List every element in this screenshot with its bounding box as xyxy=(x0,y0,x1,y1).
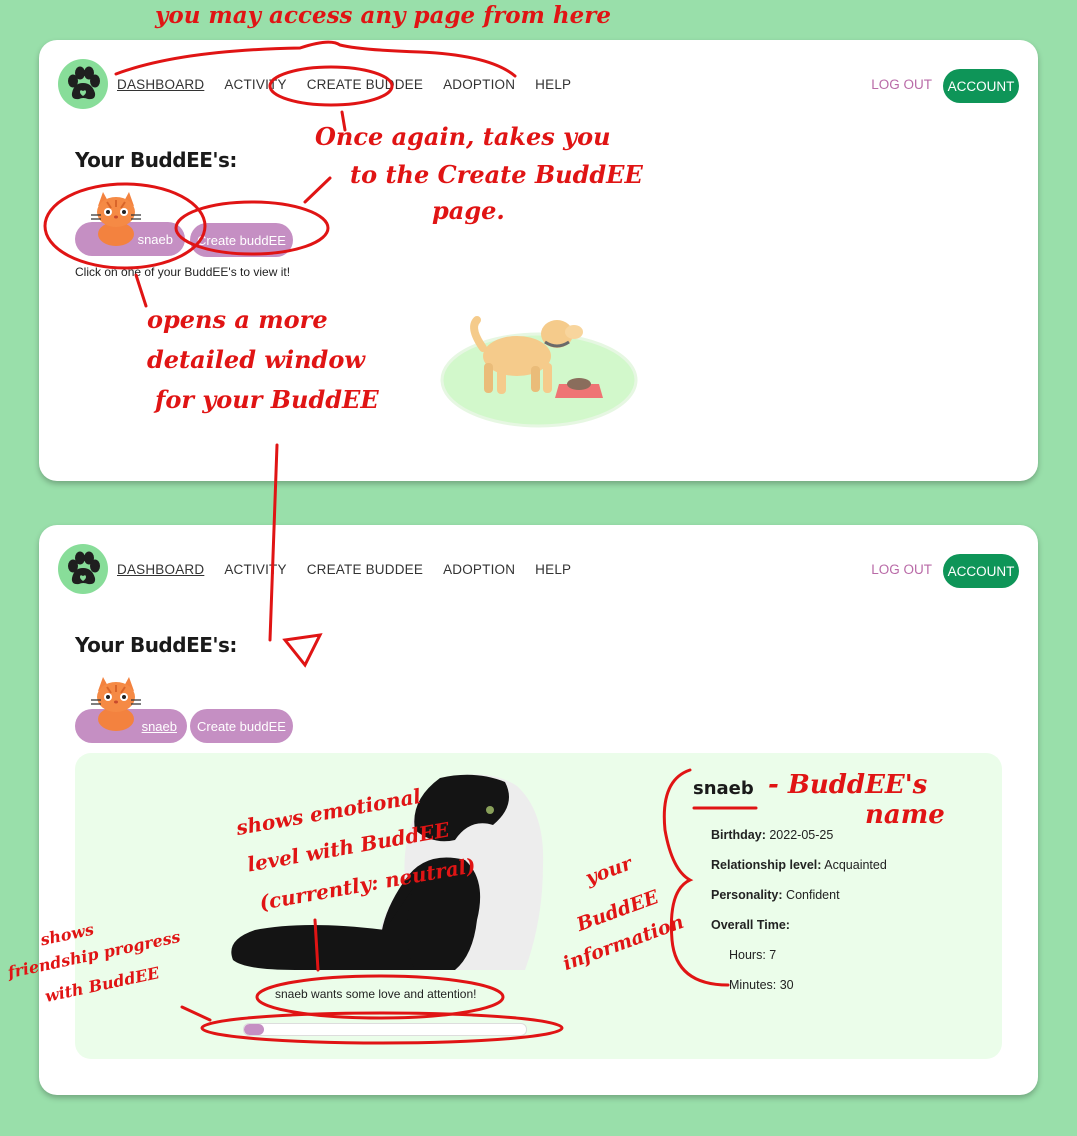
nav-dashboard[interactable]: DASHBOARD xyxy=(117,77,214,92)
buddee-minutes: Minutes: 30 xyxy=(729,978,794,992)
birthday-label: Birthday: xyxy=(711,828,766,842)
personality-label: Personality: xyxy=(711,888,783,902)
annotation-opens-line-2: detailed window xyxy=(147,345,366,374)
friendship-progress-fill xyxy=(244,1024,264,1035)
annotation-create-line-1: Once again, takes you xyxy=(315,122,611,151)
cat-avatar-icon xyxy=(87,190,145,251)
buddee-birthday: Birthday: 2022-05-25 xyxy=(711,828,833,842)
annotation-opens-line-3: for your BuddEE xyxy=(155,385,379,414)
nav-activity[interactable]: ACTIVITY xyxy=(214,77,296,92)
logout-link[interactable]: LOG OUT xyxy=(871,77,932,92)
friendship-progress-bar xyxy=(243,1023,527,1036)
buddee-mood-text: snaeb wants some love and attention! xyxy=(275,987,477,1001)
birthday-value: 2022-05-25 xyxy=(769,828,834,842)
page-title: Your BuddEE's: xyxy=(75,148,237,172)
annotation-nav-text: you may access any page from here xyxy=(155,2,612,29)
nav-help[interactable]: HELP xyxy=(525,77,581,92)
nav-adoption[interactable]: ADOPTION xyxy=(433,562,525,577)
account-button[interactable]: ACCOUNT xyxy=(943,69,1019,103)
buddee-button-label: snaeb xyxy=(141,718,177,734)
annotation-opens-line-1: opens a more xyxy=(147,305,328,334)
logout-link[interactable]: LOG OUT xyxy=(871,562,932,577)
buddee-personality: Personality: Confident xyxy=(711,888,840,902)
annotation-create-line-3: page. xyxy=(432,196,505,225)
page-title: Your BuddEE's: xyxy=(75,633,237,657)
annotation-name-line-1: - BuddEE's xyxy=(768,770,928,800)
nav-create-buddee[interactable]: CREATE BUDDEE xyxy=(297,562,433,577)
nav-dashboard[interactable]: DASHBOARD xyxy=(117,562,214,577)
dashboard-card-overview: DASHBOARD ACTIVITY CREATE BUDDEE ADOPTIO… xyxy=(39,40,1038,481)
nav-adoption[interactable]: ADOPTION xyxy=(433,77,525,92)
buddee-overall-time: Overall Time: xyxy=(711,918,790,932)
account-button[interactable]: ACCOUNT xyxy=(943,554,1019,588)
paw-logo-icon[interactable] xyxy=(58,544,108,594)
create-buddee-button[interactable]: Create buddEE xyxy=(190,709,293,743)
cat-avatar-icon xyxy=(87,675,145,736)
buddee-relationship: Relationship level: Acquainted xyxy=(711,858,887,872)
main-nav: DASHBOARD ACTIVITY CREATE BUDDEE ADOPTIO… xyxy=(117,562,581,577)
relationship-label: Relationship level: xyxy=(711,858,822,872)
annotation-name-line-2: name xyxy=(865,800,945,830)
nav-help[interactable]: HELP xyxy=(525,562,581,577)
nav-activity[interactable]: ACTIVITY xyxy=(214,562,296,577)
nav-create-buddee[interactable]: CREATE BUDDEE xyxy=(297,77,433,92)
paw-logo-icon[interactable] xyxy=(58,59,108,109)
buddee-name: snaeb xyxy=(693,778,754,799)
buddee-hours: Hours: 7 xyxy=(729,948,777,962)
relationship-value: Acquainted xyxy=(824,858,887,872)
dog-eating-illustration xyxy=(439,308,639,433)
create-buddee-button[interactable]: Create buddEE xyxy=(190,223,293,257)
personality-value: Confident xyxy=(786,888,840,902)
overall-time-label: Overall Time: xyxy=(711,918,790,932)
main-nav: DASHBOARD ACTIVITY CREATE BUDDEE ADOPTIO… xyxy=(117,77,581,92)
annotation-create-line-2: to the Create BuddEE xyxy=(350,160,643,189)
buddee-hint-text: Click on one of your BuddEE's to view it… xyxy=(75,265,291,279)
